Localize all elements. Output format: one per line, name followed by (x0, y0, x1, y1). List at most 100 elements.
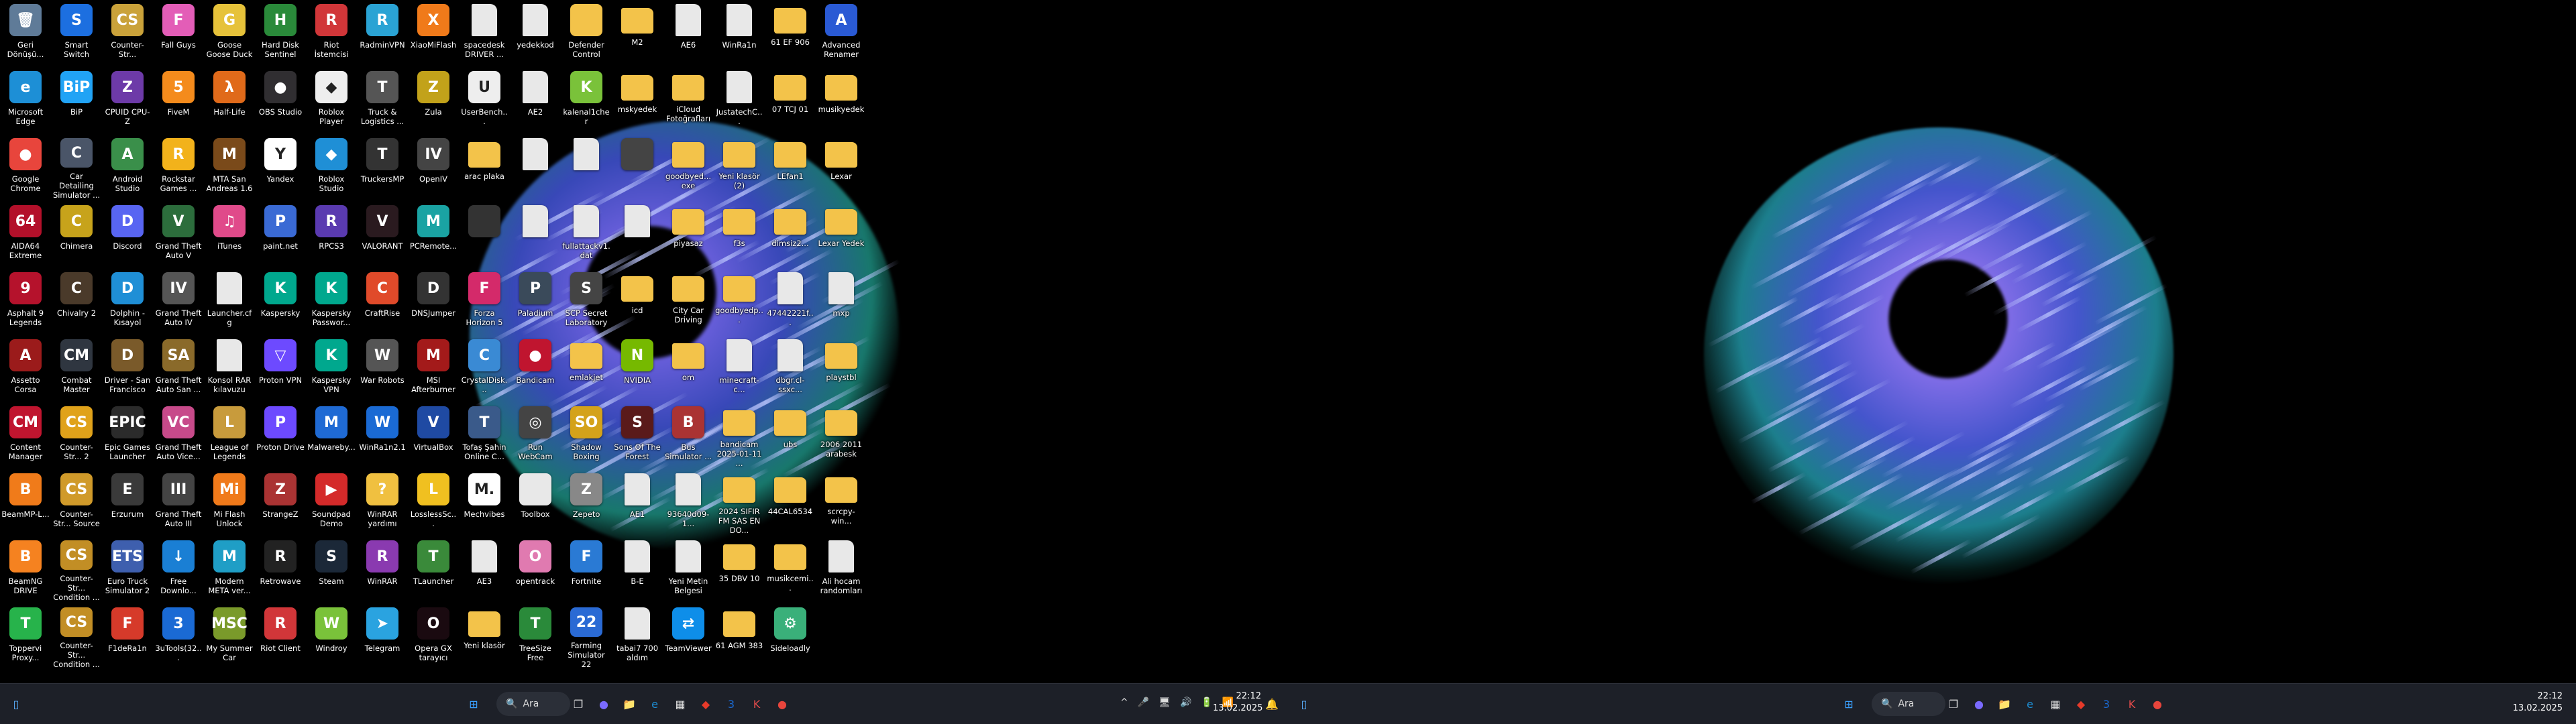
desktop-icon[interactable]: F Forza Horizon 5 (462, 269, 507, 334)
desktop-icon[interactable]: CS Counter-Str... Source (53, 471, 100, 535)
desktop-icon[interactable]: emlakjet (564, 337, 609, 401)
desktop-icon[interactable]: ● Bandicam (513, 337, 558, 401)
desktop-icon[interactable]: C Chivalry 2 (54, 269, 99, 334)
desktop-icon[interactable]: arac plaka (462, 135, 507, 200)
desktop-icon[interactable]: CS Counter-Str... (105, 1, 150, 66)
desktop-icon[interactable]: ↓ Free Downlo... (156, 538, 201, 602)
desktop-icon[interactable]: M Malwareby... (307, 404, 356, 468)
task-view-icon[interactable]: ❐ (1943, 693, 1964, 715)
taskbar-search-left[interactable]: 🔍 Ara (496, 692, 570, 716)
desktop-icon[interactable]: G Goose Goose Duck (207, 1, 252, 66)
desktop-icon[interactable]: City Car Driving (665, 269, 711, 334)
desktop-icon[interactable]: bandicam 2025-01-11 ... (716, 404, 762, 468)
desktop-icon[interactable]: M MTA San Andreas 1.6 (207, 135, 253, 200)
desktop-icon[interactable]: A Assetto Corsa (3, 337, 48, 401)
desktop-icon[interactable]: e Microsoft Edge (3, 68, 48, 133)
clock-right[interactable]: 22:12 13.02.2025 (2502, 690, 2563, 715)
desktop-icon[interactable]: piyasaz (665, 202, 711, 267)
desktop-icon[interactable]: Z StrangeZ (258, 471, 303, 535)
desktop-icon[interactable]: spacedesk DRIVER ... (462, 1, 507, 66)
widgets-icon[interactable]: ▯ (5, 693, 27, 715)
desktop-icon[interactable]: ➤ Telegram (360, 605, 405, 669)
desktop-icon[interactable]: S SCP Secret Laboratory (564, 269, 609, 334)
desktop-icon[interactable]: E Erzurum (105, 471, 150, 535)
desktop-icon[interactable]: dimsiz2... (767, 202, 813, 267)
desktop-icon[interactable]: EPIC Epic Games Launcher (105, 404, 150, 468)
desktop-icon[interactable]: B Bus Simulator ... (665, 404, 712, 468)
desktop-icon[interactable]: 47442221f... (767, 269, 814, 334)
desktop-icon[interactable]: K Kaspersky (258, 269, 303, 334)
desktop-icon[interactable]: 61 EF 906 (767, 1, 813, 66)
tray-icon[interactable]: 🖥 (1159, 697, 1171, 708)
desktop-icon[interactable]: BiP BiP (54, 68, 99, 133)
chrome-icon[interactable]: ● (2147, 693, 2168, 715)
desktop-icon[interactable]: scrcpy-win... (818, 471, 864, 535)
desktop-icon[interactable]: CM Combat Master (54, 337, 99, 401)
desktop-icon[interactable]: R Retrowave (258, 538, 303, 602)
store-icon[interactable]: ▦ (669, 693, 691, 715)
desktop-icon[interactable]: R Rockstar Games ... (156, 135, 201, 200)
desktop-icon[interactable]: IV Grand Theft Auto IV (156, 269, 201, 334)
desktop-icon[interactable]: Kkalenal1cher (563, 68, 610, 133)
desktop-icon[interactable]: AE1 (614, 471, 660, 535)
desktop-icon[interactable] (614, 135, 660, 200)
3utools-icon[interactable]: 3 (720, 693, 742, 715)
desktop-icon[interactable]: ▽ Proton VPN (258, 337, 303, 401)
desktop-icon[interactable]: 5 FiveM (156, 68, 201, 133)
desktop-icon[interactable]: λ Half-Life (207, 68, 252, 133)
tray-icon[interactable]: 🔊 (1180, 697, 1191, 708)
desktop-icon[interactable]: Lexar Yedek (818, 202, 864, 267)
desktop-icon[interactable]: C Chimera (54, 202, 99, 267)
desktop-icon[interactable]: ♫ iTunes (207, 202, 252, 267)
desktop-icon[interactable]: T TreeSize Free (513, 605, 558, 669)
tray-icon[interactable]: ^ (1120, 697, 1128, 708)
desktop-icon[interactable]: T Truck & Logistics ... (360, 68, 405, 133)
desktop-icon[interactable]: ● Google Chrome (3, 135, 48, 200)
desktop-icon[interactable]: mxp (818, 269, 864, 334)
desktop-icon[interactable]: 22 Farming Simulator 22 (564, 605, 609, 669)
desktop-icon[interactable]: ◆ Roblox Player (309, 68, 354, 133)
desktop-icon[interactable]: X XiaoMiFlash (411, 1, 456, 66)
desktop-icon[interactable]: M. Mechvibes (462, 471, 507, 535)
desktop-icon[interactable]: VC Grand Theft Auto Vice... (156, 404, 201, 468)
desktop-icon[interactable]: 07 TCJ 01 (767, 68, 813, 133)
desktop-icon[interactable]: 93640d09-1... (665, 471, 711, 535)
desktop-icon[interactable]: SA Grand Theft Auto San ... (156, 337, 201, 401)
desktop-icon[interactable]: 61 AGM 383 (716, 605, 763, 669)
desktop-icon[interactable]: 64 AIDA64 Extreme (3, 202, 48, 267)
desktop-icon[interactable]: Launcher.cfg (207, 269, 252, 334)
desktop-icon[interactable]: M Modern META ver... (207, 538, 252, 602)
desktop-icon[interactable]: 2024 SIFIR FM SAS EN DO... (716, 471, 762, 535)
desktop-icon[interactable]: Z CPUID CPU-Z (105, 68, 150, 133)
desktop-icon[interactable]: 3 3uTools(32... (155, 605, 202, 669)
desktop-icon[interactable]: 9 Asphalt 9 Legends (3, 269, 48, 334)
desktop-icon[interactable]: IV OpenIV (411, 135, 456, 200)
desktop-icon[interactable]: dbgr.cl-ssxc... (767, 337, 813, 401)
file-explorer-icon[interactable]: 📁 (619, 693, 640, 715)
desktop-icon[interactable]: yedekkod (513, 1, 558, 66)
desktop-icon[interactable]: ▶ Soundpad Demo (309, 471, 354, 535)
desktop-icon[interactable]: B BeamMP-L... (1, 471, 50, 535)
desktop-icon[interactable]: WinRa1n (716, 1, 762, 66)
desktop-icon[interactable]: D Driver - San Francisco (105, 337, 150, 401)
desktop-icon[interactable]: Toolbox (513, 471, 558, 535)
taskbar-search-right[interactable]: 🔍 Ara (1872, 692, 1945, 716)
desktop-icon[interactable]: Yeni klasör (2) (716, 135, 762, 200)
desktop-icon[interactable]: JustatechC... (716, 68, 762, 133)
edge-icon[interactable]: e (644, 693, 665, 715)
desktop-icon[interactable]: A Android Studio (105, 135, 150, 200)
desktop-icon[interactable]: D Discord (105, 202, 150, 267)
chat-icon[interactable]: ● (1968, 693, 1990, 715)
desktop-icon[interactable]: CS Counter-Str... Condition ... (53, 605, 100, 669)
desktop-icon[interactable]: A Advanced Renamer (818, 1, 864, 66)
desktop-icon[interactable]: P Proton Drive (256, 404, 305, 468)
desktop-icon[interactable]: 35 DBV 10 (716, 538, 762, 602)
desktop-icon[interactable]: H Hard Disk Sentinel (258, 1, 303, 66)
tray-icon[interactable]: 🎤 (1138, 697, 1149, 708)
desktop-icon[interactable]: Z Zula (411, 68, 456, 133)
desktop-icon[interactable]: 2006 2011 arabesk (818, 404, 864, 468)
desktop-icon[interactable]: Yeni Metin Belgesi (665, 538, 711, 602)
desktop-icon[interactable]: Z Zepeto (564, 471, 609, 535)
desktop-icon[interactable]: O Opera GX tarayıcı (411, 605, 456, 669)
task-view-icon[interactable]: ❐ (568, 693, 589, 715)
